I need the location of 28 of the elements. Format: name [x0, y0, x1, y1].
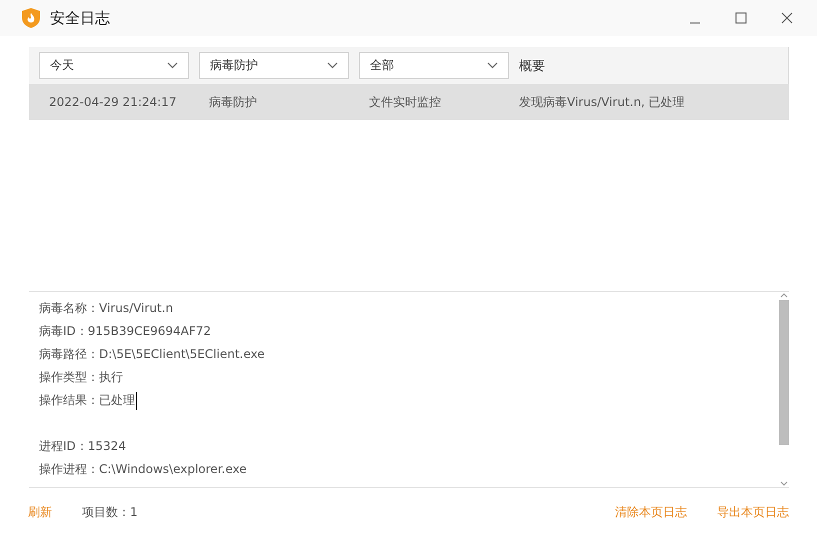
chevron-down-icon [487, 62, 498, 69]
chevron-up-icon[interactable] [780, 292, 788, 300]
filter-dropdown[interactable]: 病毒防护 [199, 52, 349, 79]
chevron-down-icon [327, 62, 338, 69]
detail-line: 病毒名称：Virus/Virut.n [39, 300, 174, 317]
window-title: 安全日志 [50, 8, 111, 28]
table-cell-text: 文件实时监控 [369, 94, 442, 110]
shield-flame-icon [22, 8, 40, 28]
scrollbar[interactable] [779, 292, 789, 487]
log-row[interactable]: 2022-04-29 21:24:17 病毒防护 文件实时监控 发现病毒Virus/Virut.n, 已处理 [29, 84, 789, 120]
close-icon [781, 12, 793, 24]
detail-line: 操作进程：C:\Windows\explorer.exe [39, 461, 248, 478]
detail-line: 病毒路径：D:\5E\5EClient\5EClient.exe [39, 346, 266, 363]
table-cell-text: 病毒防护 [209, 94, 258, 110]
chevron-down-icon [167, 62, 178, 69]
column-header: 概要 [519, 58, 545, 74]
chevron-down-icon[interactable] [780, 479, 788, 487]
detail-line: 进程ID：15324 [39, 438, 127, 455]
detail-line: 病毒ID：915B39CE9694AF72 [39, 323, 212, 340]
minimize-icon [689, 22, 701, 24]
filter-dropdown[interactable]: 全部 [359, 52, 509, 79]
filter-dropdown[interactable]: 今天 [39, 52, 189, 79]
table-cell-text: 发现病毒Virus/Virut.n, 已处理 [519, 94, 686, 110]
detail-line: 操作类型：执行 [39, 369, 124, 386]
maximize-icon [735, 12, 747, 24]
detail-line: 操作结果：已处理 [39, 389, 769, 412]
table-cell-text: 2022-04-29 21:24:17 [49, 95, 178, 109]
item-count: 项目数：1 [82, 504, 139, 520]
